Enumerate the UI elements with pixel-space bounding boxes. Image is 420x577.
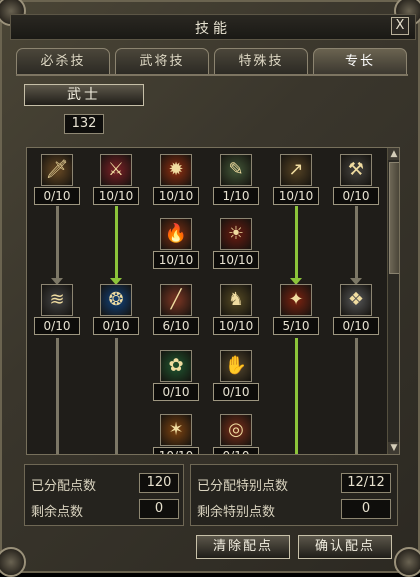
skill-level: 6/10: [153, 317, 199, 335]
skill-slot[interactable]: ◎0/10: [213, 414, 259, 454]
scroll-down-icon[interactable]: ▼: [388, 442, 399, 454]
skill-slot[interactable]: ⚒ 0/10: [333, 154, 379, 212]
red-slash-icon[interactable]: ✦: [280, 284, 312, 316]
golden-spear-icon[interactable]: ✶: [160, 414, 192, 446]
specialty-skill-tree: 🗡 0/10 ⚔ 10/10 ✹ 10/10 ✎ 1/10 ↗ 10/10 ⚒ 0/10 🔥 10/10 ☀…: [26, 147, 400, 455]
skill-slot[interactable]: ✋ 0/10: [213, 350, 259, 408]
scroll-icon[interactable]: ✎: [220, 154, 252, 186]
tree-scrollbar[interactable]: ▲ ▼: [387, 148, 399, 454]
skill-level: 1/10: [213, 187, 259, 205]
skill-slot[interactable]: ╱ 6/10: [153, 284, 199, 342]
skill-connector: [56, 206, 59, 282]
skill-slot[interactable]: ♞ 10/10: [213, 284, 259, 342]
special-points-panel: 已分配特别点数 12/12 剩余特别点数 0: [190, 464, 398, 526]
skill-slot[interactable]: ≋ 0/10: [34, 284, 80, 342]
tab-special-skill[interactable]: 特殊技: [214, 48, 308, 74]
special-remaining-value: 0: [341, 499, 391, 519]
fire-burst-icon[interactable]: ✹: [160, 154, 192, 186]
class-selector-button[interactable]: 武士: [24, 84, 144, 106]
special-allocated-value: 12/12: [341, 473, 391, 493]
skill-level: 10/10: [153, 187, 199, 205]
remaining-points-value: 0: [139, 499, 179, 519]
close-button[interactable]: X: [391, 17, 409, 35]
skill-level: 0/10: [333, 317, 379, 335]
skill-slot[interactable]: ⚔ 10/10: [93, 154, 139, 212]
window-title: 技能: [195, 21, 231, 37]
green-leaf-icon[interactable]: ✿: [160, 350, 192, 382]
skill-connector: [115, 338, 118, 454]
skill-level: 10/10: [93, 187, 139, 205]
skill-slot[interactable]: 🔥 10/10: [153, 218, 199, 276]
skill-level: 10/10: [213, 317, 259, 335]
skill-slot[interactable]: ✿ 0/10: [153, 350, 199, 408]
axe-icon[interactable]: ⚒: [340, 154, 372, 186]
skill-level: 0/10: [93, 317, 139, 335]
skill-slot[interactable]: ❂ 0/10: [93, 284, 139, 342]
skill-connector: [295, 206, 298, 282]
wind-slash-icon[interactable]: ≋: [41, 284, 73, 316]
points-panel: 已分配点数 120 剩余点数 0: [24, 464, 184, 526]
skill-level: 10/10: [153, 447, 199, 454]
total-points-value: 132: [64, 114, 104, 134]
skills-window: 技能 X 必杀技 武将技 特殊技 专长 武士 132 🗡 0/10 ⚔ 10/10 ✹ 1…: [0, 0, 420, 577]
tab-ultimate[interactable]: 必杀技: [16, 48, 110, 74]
silver-wings-icon[interactable]: ❖: [340, 284, 372, 316]
tab-specialty[interactable]: 专长: [313, 48, 407, 74]
skill-slot[interactable]: ↗ 10/10: [273, 154, 319, 212]
allocated-points-label: 已分配点数: [31, 479, 97, 494]
skill-level: 10/10: [213, 251, 259, 269]
clear-points-button[interactable]: 清除配点: [196, 535, 290, 559]
skill-connector: [355, 206, 358, 282]
skill-connector: [115, 206, 118, 282]
scroll-thumb[interactable]: [389, 162, 399, 274]
tab-divider: [16, 74, 408, 76]
spear-icon[interactable]: ↗: [280, 154, 312, 186]
tab-general-skill[interactable]: 武将技: [115, 48, 209, 74]
confirm-points-button[interactable]: 确认配点: [298, 535, 392, 559]
whirl-icon[interactable]: ◎: [220, 414, 252, 446]
remaining-points-label: 剩余点数: [31, 505, 84, 520]
special-allocated-label: 已分配特别点数: [197, 479, 289, 494]
skill-connector: [56, 338, 59, 454]
claw-icon[interactable]: ✋: [220, 350, 252, 382]
title-bar[interactable]: 技能 X: [10, 14, 416, 40]
warrior-icon[interactable]: ♞: [220, 284, 252, 316]
skill-level: 0/10: [34, 187, 80, 205]
skill-level: 10/10: [153, 251, 199, 269]
skill-slot[interactable]: ❖ 0/10: [333, 284, 379, 342]
skill-level: 5/10: [273, 317, 319, 335]
skill-slot[interactable]: ✶10/10: [153, 414, 199, 454]
allocated-points-value: 120: [139, 473, 179, 493]
skill-connector: [355, 338, 358, 454]
skill-level: 0/10: [34, 317, 80, 335]
skill-slot[interactable]: 🗡 0/10: [34, 154, 80, 212]
tab-bar: 必杀技 武将技 特殊技 专长: [16, 48, 408, 74]
skill-slot[interactable]: ✦ 5/10: [273, 284, 319, 342]
skill-slot[interactable]: ☀ 10/10: [213, 218, 259, 276]
skill-level: 0/10: [213, 447, 259, 454]
scroll-up-icon[interactable]: ▲: [388, 148, 399, 160]
skill-level: 0/10: [213, 383, 259, 401]
skill-slot[interactable]: ✎ 1/10: [213, 154, 259, 212]
demon-icon[interactable]: ☀: [220, 218, 252, 250]
skill-connector: [295, 338, 298, 454]
blue-rune-icon[interactable]: ❂: [100, 284, 132, 316]
skill-level: 10/10: [273, 187, 319, 205]
special-remaining-label: 剩余特别点数: [197, 505, 276, 520]
skill-level: 0/10: [333, 187, 379, 205]
skill-level: 0/10: [153, 383, 199, 401]
crossed-blades-icon[interactable]: ⚔: [100, 154, 132, 186]
blade-strike-icon[interactable]: ╱: [160, 284, 192, 316]
skill-slot[interactable]: ✹ 10/10: [153, 154, 199, 212]
dagger-thrust-icon[interactable]: 🗡: [41, 154, 73, 186]
flame-sword-icon[interactable]: 🔥: [160, 218, 192, 250]
